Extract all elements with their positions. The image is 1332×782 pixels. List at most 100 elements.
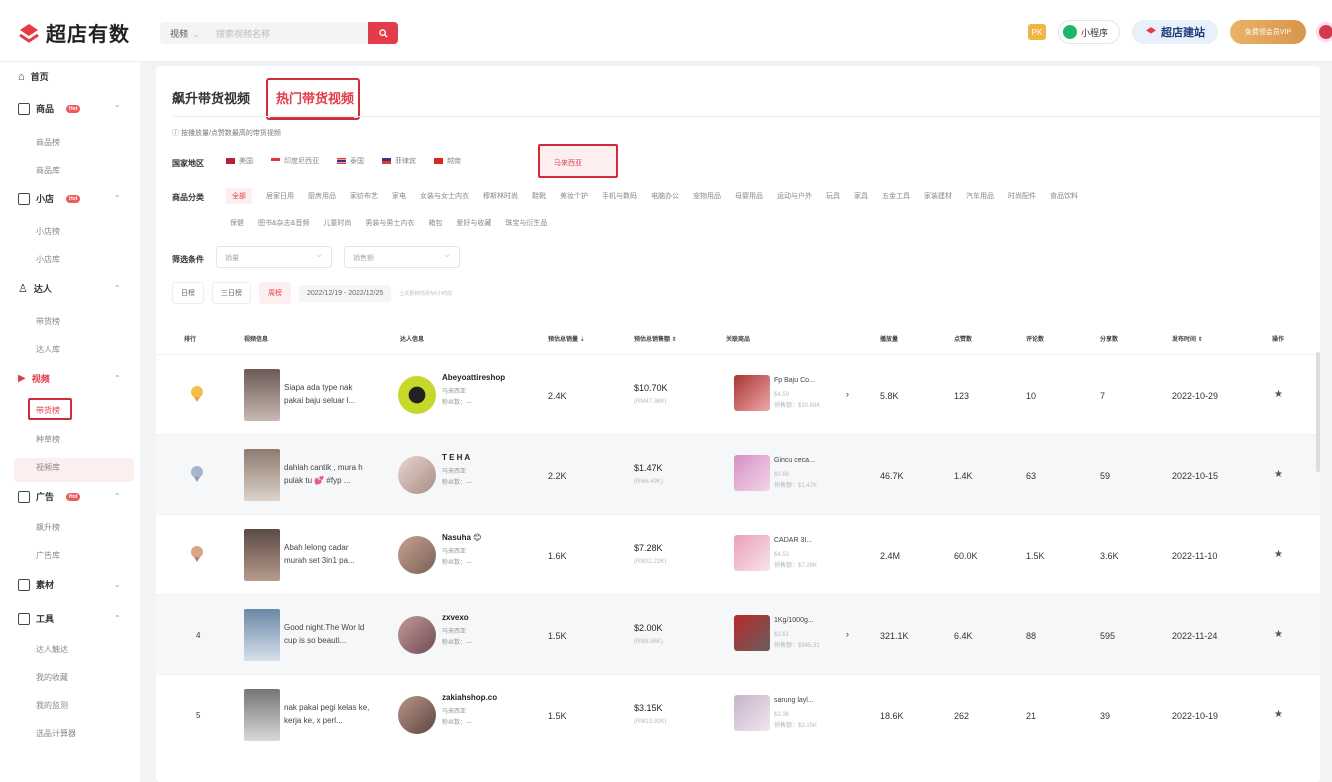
- date-range-select[interactable]: 2022/12/19 - 2022/12/25: [299, 284, 392, 302]
- category-item[interactable]: 男装与男士内衣: [365, 218, 414, 228]
- sidebar-sub-shop-rank[interactable]: 小店榜: [36, 226, 60, 237]
- category-item[interactable]: 玩具: [826, 191, 840, 201]
- category-item[interactable]: 美妆个护: [560, 191, 588, 201]
- col-est-sales[interactable]: 预估总销量 ⇣: [548, 334, 585, 343]
- category-item[interactable]: 家装建材: [924, 191, 952, 201]
- category-item[interactable]: 儿童时尚: [323, 218, 351, 228]
- sales-volume-select[interactable]: 销量: [216, 246, 332, 268]
- pk-button[interactable]: PK: [1028, 24, 1046, 40]
- product-image[interactable]: [734, 615, 770, 651]
- chevron-right-icon[interactable]: ›: [846, 629, 849, 639]
- col-publish[interactable]: 发布时间 ⇕: [1172, 334, 1203, 343]
- table-row[interactable]: dahlah cantik , mura h pulak tu 💕 #fyp .…: [156, 434, 1320, 514]
- search-button[interactable]: [368, 22, 398, 44]
- category-item[interactable]: 家电: [392, 191, 406, 201]
- period-three-day[interactable]: 三日榜: [212, 282, 251, 304]
- sidebar-sub-video-seed[interactable]: 种草榜: [36, 434, 60, 445]
- star-icon[interactable]: ★: [1274, 549, 1283, 560]
- vip-button[interactable]: 免费领会员VIP: [1230, 20, 1306, 44]
- category-item[interactable]: 保健: [230, 218, 244, 228]
- influencer-name[interactable]: zxvexo: [442, 613, 469, 622]
- influencer-name[interactable]: T E H A: [442, 453, 470, 462]
- sidebar-item-video[interactable]: ▶ 视频 ⌃: [18, 372, 121, 385]
- product-image[interactable]: [734, 375, 770, 411]
- sidebar-sub-influencer-rank[interactable]: 带货榜: [36, 316, 60, 327]
- sidebar-item-tools[interactable]: 工具 ⌃: [18, 612, 121, 625]
- category-item[interactable]: 时尚配件: [1008, 191, 1036, 201]
- category-item[interactable]: 箱包: [428, 218, 442, 228]
- influencer-avatar[interactable]: [398, 376, 436, 414]
- category-item[interactable]: 五金工具: [882, 191, 910, 201]
- sidebar-sub-shop-lib[interactable]: 小店库: [36, 254, 60, 265]
- sidebar-item-shop[interactable]: 小店 Hot ⌃: [18, 192, 121, 205]
- star-icon[interactable]: ★: [1274, 469, 1283, 480]
- sidebar-sub-tools-fav[interactable]: 我的收藏: [36, 672, 68, 683]
- category-item[interactable]: 女装与女士内衣: [420, 191, 469, 201]
- video-thumbnail[interactable]: [244, 449, 280, 501]
- category-item[interactable]: 全部: [226, 188, 252, 204]
- category-item[interactable]: 家具: [854, 191, 868, 201]
- category-item[interactable]: 家纺布艺: [350, 191, 378, 201]
- video-title[interactable]: Siapa ada type nak pakai baju seluar l..…: [284, 381, 372, 407]
- user-avatar[interactable]: [1316, 22, 1332, 42]
- category-item[interactable]: 图书&杂志&音频: [258, 218, 309, 228]
- category-item[interactable]: 鞋靴: [532, 191, 546, 201]
- star-icon[interactable]: ★: [1274, 389, 1283, 400]
- period-day[interactable]: 日榜: [172, 282, 204, 304]
- country-vn[interactable]: 越南: [434, 156, 461, 166]
- product-name[interactable]: CADAR 3I...: [774, 537, 812, 544]
- mini-program-button[interactable]: 小程序: [1058, 20, 1120, 44]
- category-item[interactable]: 手机与数码: [602, 191, 637, 201]
- category-item[interactable]: 穆斯林时尚: [483, 191, 518, 201]
- video-title[interactable]: Abah lelong cadar murah set 3in1 pa...: [284, 541, 372, 567]
- video-title[interactable]: dahlah cantik , mura h pulak tu 💕 #fyp .…: [284, 461, 372, 487]
- category-item[interactable]: 食品饮料: [1050, 191, 1078, 201]
- video-title[interactable]: nak pakai pegi kelas ke, kerja ke, x per…: [284, 701, 372, 727]
- video-thumbnail[interactable]: [244, 609, 280, 661]
- search-input[interactable]: 搜索视频名称: [216, 27, 368, 40]
- tab-rising-videos[interactable]: 飙升带货视频: [172, 88, 250, 107]
- sidebar-sub-ads-lib[interactable]: 广告库: [36, 550, 60, 561]
- product-name[interactable]: sarung layl...: [774, 697, 814, 704]
- product-name[interactable]: 1Kg/1000g...: [774, 617, 814, 624]
- sidebar-item-home[interactable]: ⌂ 首页: [18, 70, 49, 83]
- table-row[interactable]: Siapa ada type nak pakai baju seluar l..…: [156, 354, 1320, 434]
- scrollbar[interactable]: [1316, 352, 1320, 472]
- period-week[interactable]: 周榜: [259, 282, 291, 304]
- country-id[interactable]: 印度尼西亚: [271, 156, 319, 166]
- product-image[interactable]: [734, 535, 770, 571]
- influencer-avatar[interactable]: [398, 616, 436, 654]
- sidebar-sub-video-lib[interactable]: 视频库: [36, 462, 60, 473]
- category-item[interactable]: 厨房用品: [308, 191, 336, 201]
- country-us[interactable]: 美国: [226, 156, 253, 166]
- table-row[interactable]: 5 nak pakai pegi kelas ke, kerja ke, x p…: [156, 674, 1320, 754]
- product-image[interactable]: [734, 695, 770, 731]
- category-item[interactable]: 汽车用品: [966, 191, 994, 201]
- sidebar-sub-goods-lib[interactable]: 商品库: [36, 165, 60, 176]
- video-thumbnail[interactable]: [244, 369, 280, 421]
- category-item[interactable]: 珠宝与衍生品: [505, 218, 547, 228]
- product-name[interactable]: Fp Baju Co...: [774, 377, 815, 384]
- sidebar-sub-goods-rank[interactable]: 商品榜: [36, 137, 60, 148]
- sidebar-sub-tools-calc[interactable]: 选品计算器: [36, 728, 76, 739]
- sidebar-item-ads[interactable]: 广告 Hot ⌃: [18, 490, 121, 503]
- category-item[interactable]: 宠物用品: [693, 191, 721, 201]
- sales-amount-select[interactable]: 销售额: [344, 246, 460, 268]
- sidebar-sub-tools-monitor[interactable]: 我的监测: [36, 700, 68, 711]
- video-thumbnail[interactable]: [244, 529, 280, 581]
- video-thumbnail[interactable]: [244, 689, 280, 741]
- category-item[interactable]: 母婴用品: [735, 191, 763, 201]
- country-my-selected[interactable]: 马来西亚: [538, 144, 618, 178]
- sidebar-sub-tools-reach[interactable]: 达人触达: [36, 644, 68, 655]
- influencer-avatar[interactable]: [398, 456, 436, 494]
- category-item[interactable]: 居家日用: [266, 191, 294, 201]
- product-image[interactable]: [734, 455, 770, 491]
- star-icon[interactable]: ★: [1274, 709, 1283, 720]
- table-row[interactable]: Abah lelong cadar murah set 3in1 pa... N…: [156, 514, 1320, 594]
- category-item[interactable]: 爱好与收藏: [456, 218, 491, 228]
- category-item[interactable]: 电脑办公: [651, 191, 679, 201]
- country-ph[interactable]: 菲律宾: [382, 156, 416, 166]
- sidebar-item-material[interactable]: 素材 ⌄: [18, 578, 121, 591]
- sidebar-item-influencer[interactable]: ♙ 达人 ⌃: [18, 282, 121, 295]
- country-th[interactable]: 泰国: [337, 156, 364, 166]
